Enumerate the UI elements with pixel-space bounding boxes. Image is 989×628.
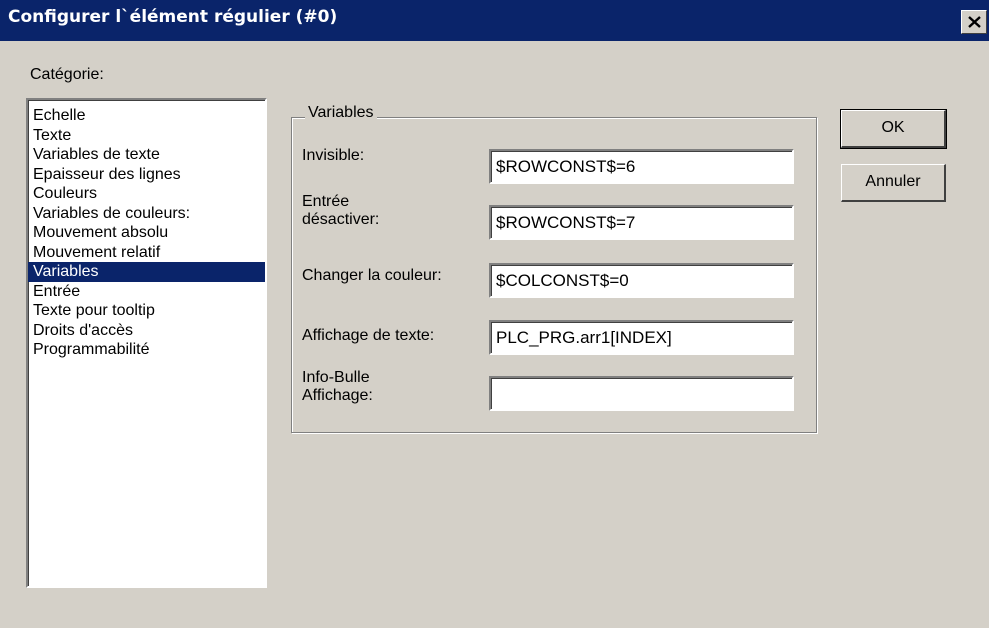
category-item-programmabilite[interactable]: Programmabilité: [28, 340, 265, 360]
category-item-entree[interactable]: Entrée: [28, 282, 265, 302]
close-icon: [968, 16, 981, 28]
configure-element-dialog: Configurer l`élément régulier (#0) Catég…: [0, 0, 989, 628]
category-item-epaisseur-des-lignes[interactable]: Epaisseur des lignes: [28, 165, 265, 185]
category-item-variables[interactable]: Variables: [28, 262, 265, 282]
ok-button[interactable]: OK: [840, 109, 947, 149]
info-bulle-label: Info-Bulle Affichage:: [302, 369, 373, 405]
entree-desactiver-label-line1: Entrée: [302, 193, 350, 210]
changer-couleur-field[interactable]: [489, 263, 794, 298]
window-title: Configurer l`élément régulier (#0): [8, 7, 338, 27]
invisible-field[interactable]: [489, 149, 794, 184]
info-bulle-label-line2: Affichage:: [302, 387, 373, 404]
category-item-variables-de-couleurs[interactable]: Variables de couleurs:: [28, 204, 265, 224]
category-item-variables-de-texte[interactable]: Variables de texte: [28, 145, 265, 165]
category-item-droits-dacces[interactable]: Droits d'accès: [28, 321, 265, 341]
category-item-mouvement-absolu[interactable]: Mouvement absolu: [28, 223, 265, 243]
cancel-button[interactable]: Annuler: [841, 164, 946, 202]
info-bulle-field[interactable]: [489, 376, 794, 411]
category-item-texte-pour-tooltip[interactable]: Texte pour tooltip: [28, 301, 265, 321]
info-bulle-label-line1: Info-Bulle: [302, 369, 370, 386]
category-item-couleurs[interactable]: Couleurs: [28, 184, 265, 204]
close-button[interactable]: [961, 10, 987, 34]
entree-desactiver-field[interactable]: [489, 205, 794, 240]
category-item-texte[interactable]: Texte: [28, 126, 265, 146]
affichage-texte-label: Affichage de texte:: [302, 327, 435, 344]
affichage-texte-field[interactable]: [489, 320, 794, 355]
entree-desactiver-label-line2: désactiver:: [302, 211, 380, 228]
invisible-label: Invisible:: [302, 147, 365, 164]
variables-group-label: Variables: [305, 104, 377, 122]
category-listbox[interactable]: Echelle Texte Variables de texte Epaisse…: [26, 98, 267, 588]
category-item-echelle[interactable]: Echelle: [28, 106, 265, 126]
changer-couleur-label: Changer la couleur:: [302, 267, 442, 284]
entree-desactiver-label: Entrée désactiver:: [302, 193, 379, 229]
category-label: Catégorie:: [30, 66, 104, 83]
title-bar: Configurer l`élément régulier (#0): [0, 0, 989, 41]
category-item-mouvement-relatif[interactable]: Mouvement relatif: [28, 243, 265, 263]
